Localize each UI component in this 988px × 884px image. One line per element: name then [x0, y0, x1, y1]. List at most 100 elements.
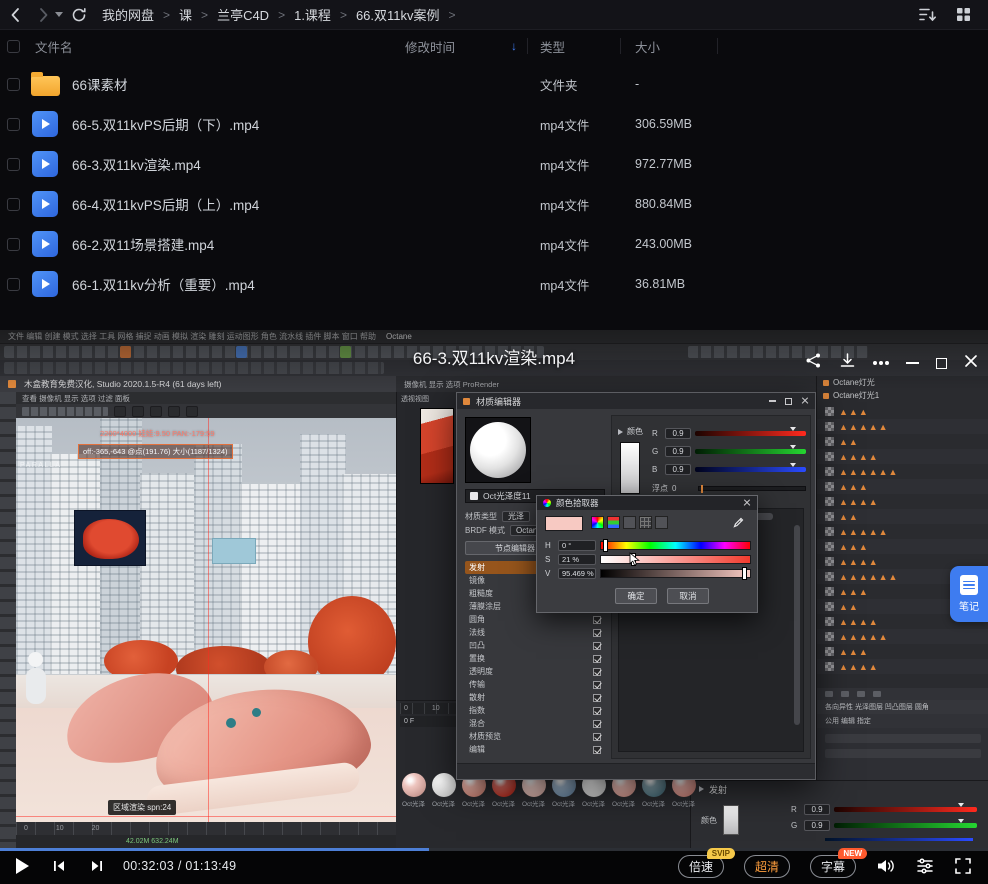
breadcrumb-separator: >: [449, 8, 456, 22]
breadcrumb-item[interactable]: 课: [179, 5, 192, 24]
file-type: 文件夹: [540, 75, 578, 94]
sort-desc-icon[interactable]: ↓: [511, 39, 517, 53]
file-size: 36.81MB: [635, 277, 685, 291]
file-size: 243.00MB: [635, 237, 692, 251]
file-row[interactable]: 66课素材 文件夹 -: [0, 64, 988, 104]
video-file-icon: [30, 231, 60, 257]
quality-button[interactable]: 超清: [744, 855, 790, 878]
light-icon: [823, 393, 829, 399]
channel-checkbox: [593, 655, 601, 663]
column-filename[interactable]: 文件名: [35, 37, 73, 56]
file-type: mp4文件: [540, 115, 589, 134]
attribute-tabs-2: 公用 编辑 指定: [817, 714, 988, 728]
object-row: ▲▲▲: [817, 404, 988, 419]
object-triangles: ▲▲▲▲: [839, 497, 879, 507]
seekbar-played: [0, 848, 429, 851]
object-item: Octane灯光1: [817, 389, 988, 402]
object-triangles: ▲▲: [839, 437, 859, 447]
history-caret-icon[interactable]: [55, 12, 63, 17]
close-icon[interactable]: [964, 354, 978, 373]
note-button[interactable]: 笔记: [950, 566, 988, 622]
row-checkbox[interactable]: [7, 198, 20, 211]
refresh-icon[interactable]: [68, 4, 90, 26]
row-checkbox[interactable]: [7, 278, 20, 291]
material-label: Oct光泽: [672, 798, 695, 808]
billboard-koi: [74, 510, 146, 566]
grid-view-icon[interactable]: [955, 6, 972, 23]
download-icon[interactable]: [839, 352, 856, 374]
svip-badge: SVIP: [707, 848, 735, 859]
share-icon[interactable]: [805, 352, 822, 374]
subtitle-button[interactable]: 字幕 NEW: [810, 855, 856, 878]
material-label: Oct光泽: [552, 798, 575, 808]
file-table-header: 文件名 修改时间 ↓ 类型 大小: [0, 30, 988, 62]
material-label: Oct光泽: [582, 798, 605, 808]
file-row[interactable]: 66-4.双11kvPS后期（上）.mp4 mp4文件 880.84MB: [0, 184, 988, 224]
object-triangles: ▲▲▲▲▲: [839, 632, 889, 642]
emission-blue-slider: [825, 838, 973, 841]
rgb-slider: B 0.9: [652, 460, 806, 478]
file-name: 66-4.双11kvPS后期（上）.mp4: [72, 194, 259, 214]
select-all-checkbox[interactable]: [7, 40, 20, 53]
file-name: 66-5.双11kvPS后期（下）.mp4: [72, 114, 259, 134]
region-render-tooltip: 区域渲染 spn:24: [108, 800, 176, 815]
video-file-icon: [30, 271, 60, 297]
column-size[interactable]: 大小: [635, 37, 660, 56]
column-modified[interactable]: 修改时间: [405, 37, 455, 56]
row-checkbox[interactable]: [7, 238, 20, 251]
minimize-icon[interactable]: [906, 362, 919, 364]
object-row: ▲▲▲▲▲▲: [817, 464, 988, 479]
me-channel-row: 法线: [465, 626, 605, 639]
video-file-icon: [30, 111, 60, 137]
render-scene: PARALLA: [16, 418, 396, 822]
breadcrumb-separator: >: [340, 8, 347, 22]
material-swatch: Oct光泽: [400, 773, 427, 808]
slider-marker: [743, 568, 746, 579]
row-checkbox[interactable]: [7, 118, 20, 131]
hsv-icon: [623, 516, 636, 529]
previous-button[interactable]: [51, 858, 67, 874]
cp-current-swatch: [545, 516, 583, 531]
file-name: 66-1.双11kv分析（重要）.mp4: [72, 274, 255, 294]
color-picker-titlebar: 颜色拾取器: [537, 496, 757, 510]
forward-icon[interactable]: [32, 4, 54, 26]
file-row[interactable]: 66-2.双11场景搭建.mp4 mp4文件 243.00MB: [0, 224, 988, 264]
player-window-controls: [805, 352, 978, 374]
play-button[interactable]: [16, 858, 29, 874]
c4d-viewport-menu: 查看 摄像机 显示 选项 过滤 面板: [16, 392, 396, 404]
breadcrumb-item[interactable]: 1.课程: [294, 5, 331, 24]
volume-icon[interactable]: [876, 857, 896, 875]
row-checkbox[interactable]: [7, 158, 20, 171]
kv-artwork-thumbnail: [420, 408, 454, 484]
folder-icon: [30, 72, 60, 96]
object-triangles: ▲▲▲▲▲▲: [839, 572, 898, 582]
next-button[interactable]: [89, 858, 105, 874]
attribute-tabs: 各向异性 光泽图层 凹凸图层 圆角: [817, 700, 988, 714]
video-surface[interactable]: 文件 编辑 创建 模式 选择 工具 网格 捕捉 动画 模拟 渲染 雕刻 运动图形…: [0, 330, 988, 848]
row-checkbox[interactable]: [7, 78, 20, 91]
material-label: Oct光泽: [402, 798, 425, 808]
file-row[interactable]: 66-5.双11kvPS后期（下）.mp4 mp4文件 306.59MB: [0, 104, 988, 144]
object-row: ▲▲▲▲: [817, 659, 988, 674]
texture-checker-icon: [825, 662, 834, 671]
breadcrumb-item[interactable]: 66.双11kv案例: [356, 5, 440, 24]
object-row: ▲▲▲: [817, 479, 988, 494]
settings-sliders-icon[interactable]: [916, 857, 934, 875]
maximize-icon[interactable]: [936, 358, 947, 369]
file-row[interactable]: 66-1.双11kv分析（重要）.mp4 mp4文件 36.81MB: [0, 264, 988, 304]
breadcrumb-item[interactable]: 我的网盘: [102, 5, 154, 24]
back-icon[interactable]: [5, 4, 27, 26]
material-label: Oct光泽: [432, 798, 455, 808]
file-row[interactable]: 66-3.双11kv渲染.mp4 mp4文件 972.77MB: [0, 144, 988, 184]
slider-marker: [604, 540, 607, 551]
sort-list-icon[interactable]: [918, 6, 937, 23]
cancel-button: 取消: [667, 588, 709, 604]
emission-color-swatch: [723, 805, 739, 835]
fullscreen-icon[interactable]: [954, 857, 972, 875]
breadcrumb-item[interactable]: 兰亭C4D: [217, 5, 269, 24]
texture-checker-icon: [825, 527, 834, 536]
texture-checker-icon: [825, 587, 834, 596]
column-type[interactable]: 类型: [540, 37, 565, 56]
more-icon[interactable]: [879, 361, 883, 365]
speed-button[interactable]: 倍速 SVIP: [678, 855, 724, 878]
